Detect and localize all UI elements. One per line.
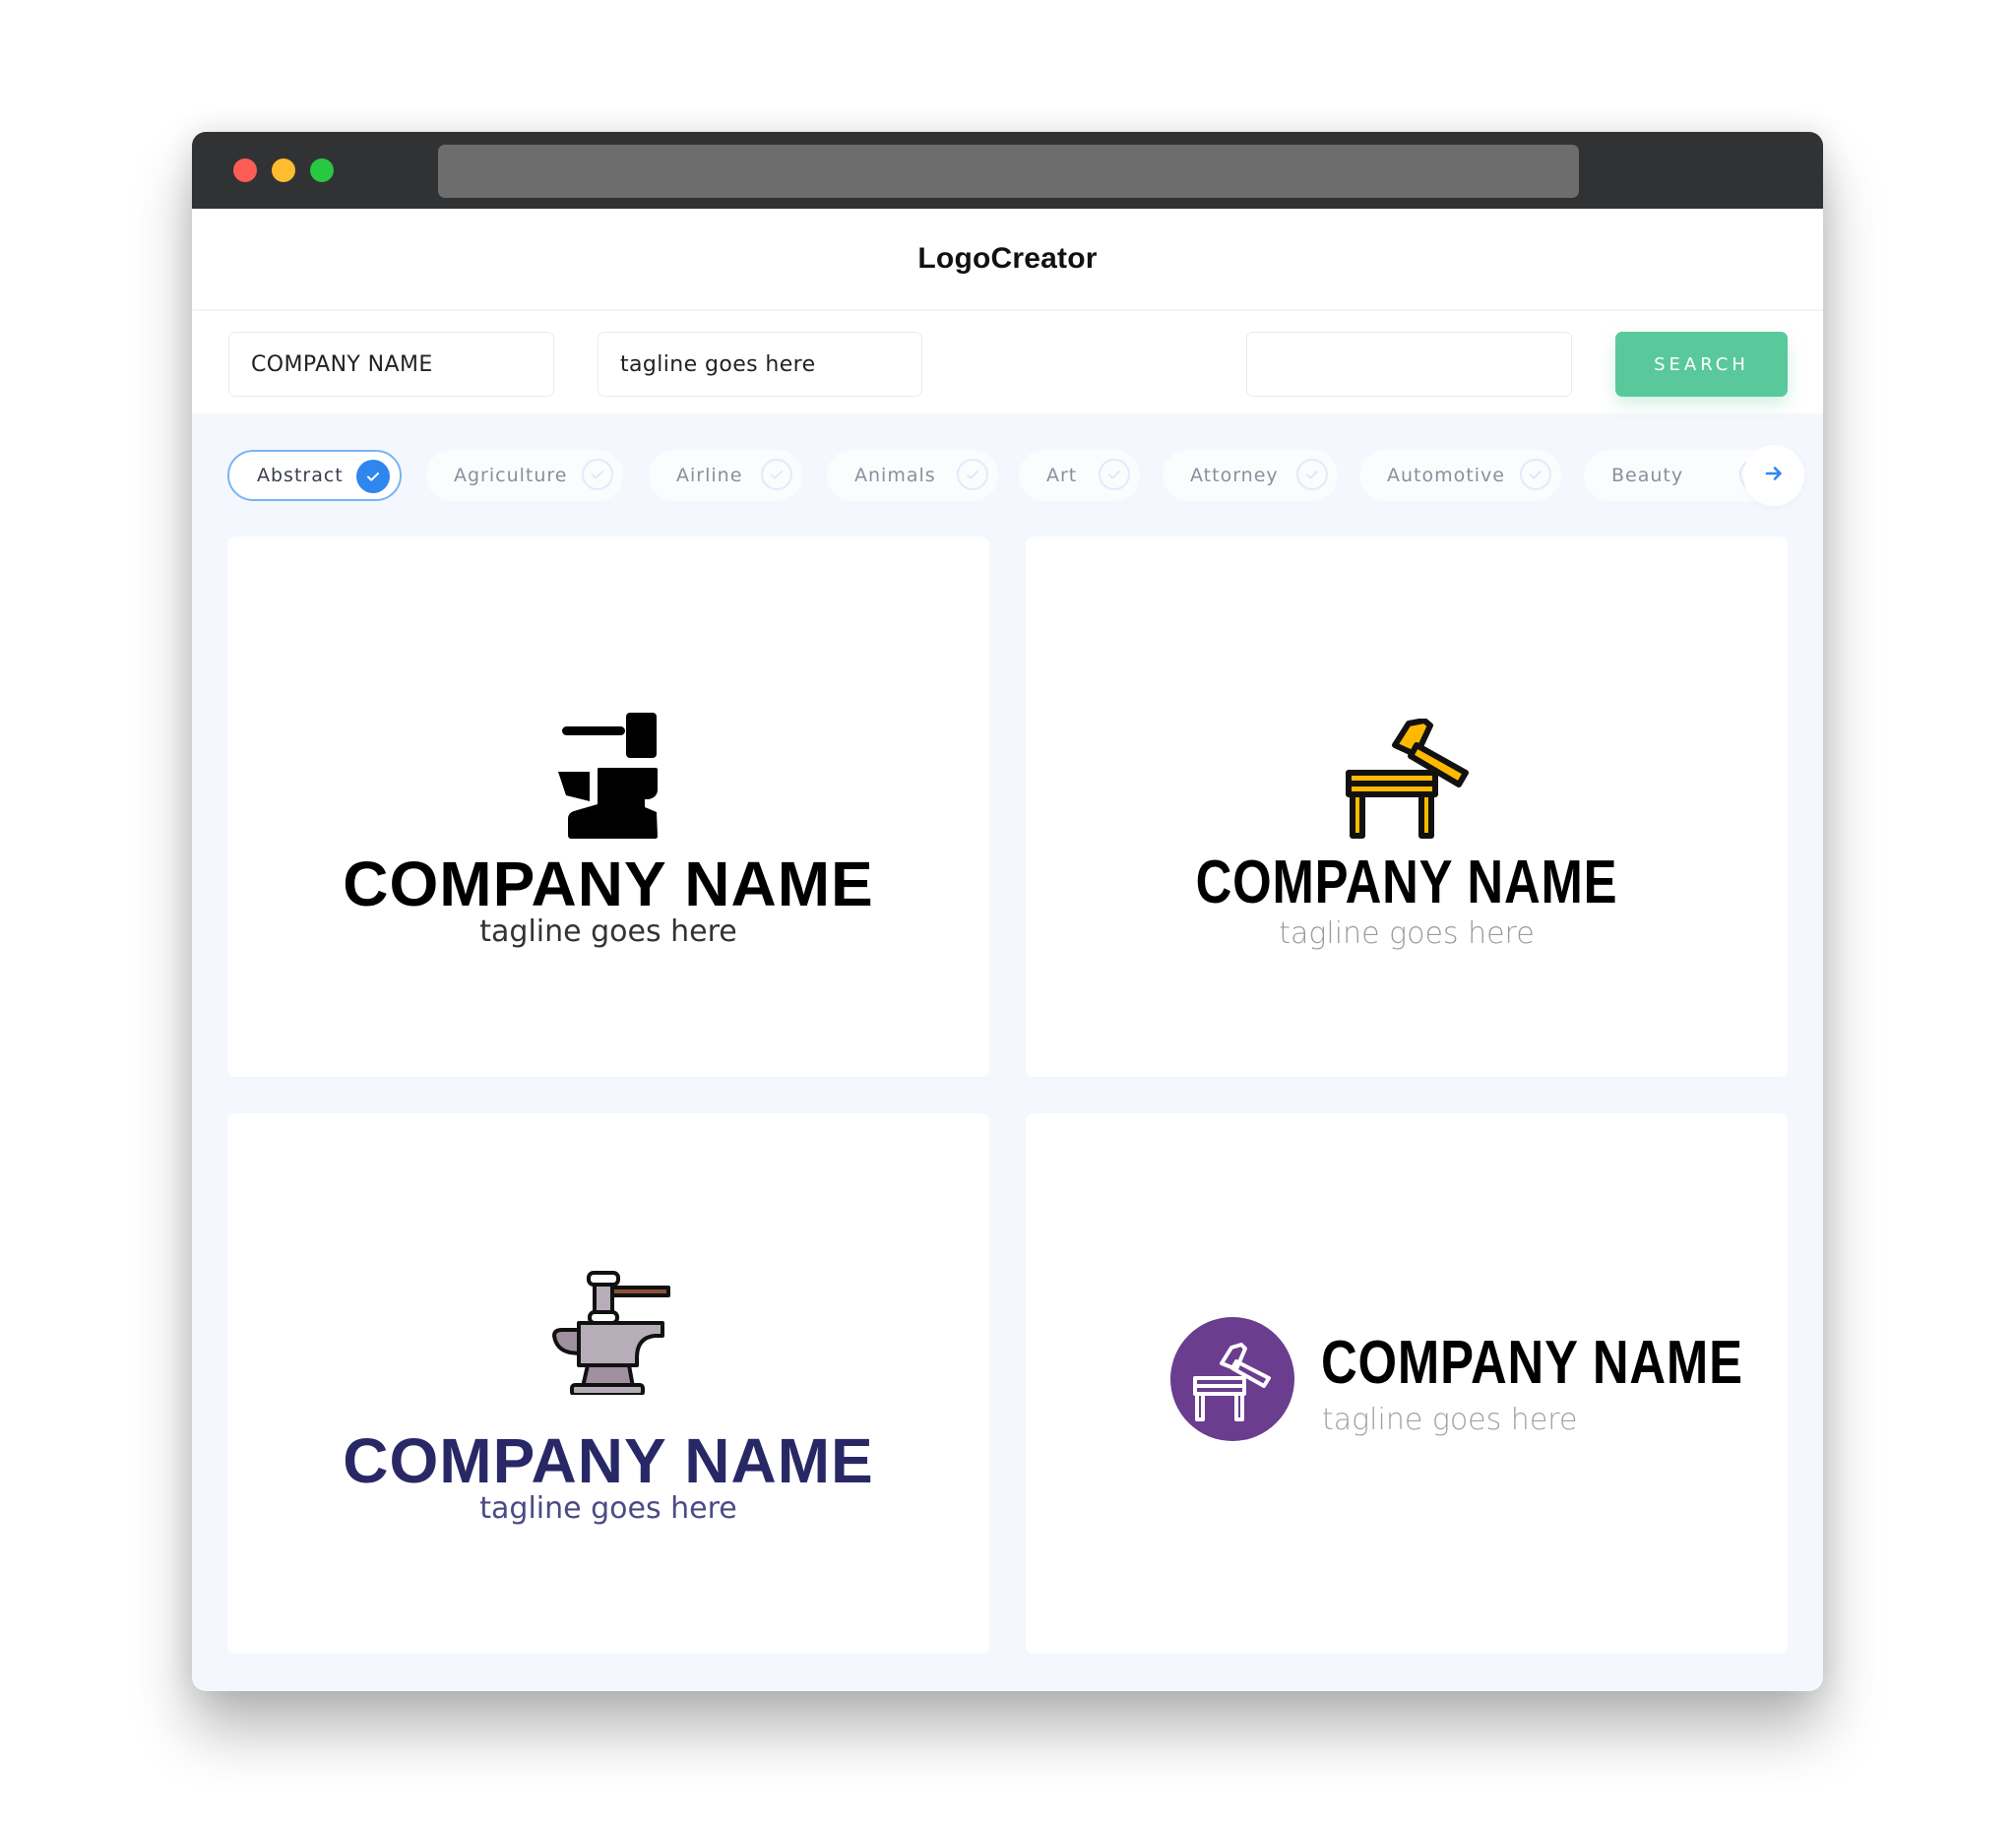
check-icon [1520, 459, 1551, 490]
category-chip-art[interactable]: Art [1019, 450, 1140, 501]
close-window-button[interactable] [233, 158, 257, 182]
company-name-text: COMPANY NAME [1321, 1329, 1743, 1397]
check-icon [356, 460, 390, 493]
workbench-hammer-circle-icon [1170, 1317, 1294, 1441]
tagline-text: tagline goes here [1322, 1403, 1578, 1437]
category-label: Abstract [257, 465, 344, 486]
category-label: Art [1046, 465, 1078, 486]
check-icon [761, 459, 792, 490]
title-bar [192, 132, 1823, 209]
tagline-text: tagline goes here [479, 1491, 737, 1526]
logo-card[interactable]: COMPANY NAME tagline goes here [227, 536, 989, 1077]
arrow-right-icon [1763, 463, 1785, 488]
tagline-text: tagline goes here [479, 914, 737, 949]
company-name-text: COMPANY NAME [343, 1425, 874, 1496]
check-icon [582, 459, 613, 490]
search-button[interactable]: SEARCH [1615, 332, 1788, 397]
search-bar: COMPANY NAME tagline goes here SEARCH [192, 311, 1823, 413]
check-icon [1296, 459, 1328, 490]
next-categories-button[interactable] [1743, 445, 1804, 506]
category-label: Animals [854, 465, 936, 486]
logo-card[interactable]: COMPANY NAME tagline goes here [1026, 1113, 1788, 1654]
keyword-input[interactable] [1246, 332, 1572, 397]
check-icon [957, 459, 988, 490]
brand-logo[interactable]: LogoCreator [917, 242, 1097, 276]
category-chip-attorney[interactable]: Attorney [1163, 450, 1338, 501]
category-chip-airline[interactable]: Airline [649, 450, 802, 501]
category-label: Beauty [1611, 465, 1684, 486]
category-label: Attorney [1190, 465, 1279, 486]
browser-window: LogoCreator COMPANY NAME tagline goes he… [192, 132, 1823, 1691]
anvil-hammer-icon [558, 713, 662, 839]
category-chip-abstract[interactable]: Abstract [227, 450, 402, 501]
company-name-input[interactable]: COMPANY NAME [228, 332, 554, 397]
maximize-window-button[interactable] [310, 158, 334, 182]
workbench-hammer-icon [1346, 718, 1474, 839]
category-filter: Abstract Agriculture Airline Animals Art… [227, 445, 1804, 506]
category-label: Airline [676, 465, 743, 486]
minimize-window-button[interactable] [272, 158, 295, 182]
category-chip-agriculture[interactable]: Agriculture [426, 450, 623, 501]
check-icon [1099, 459, 1130, 490]
anvil-press-icon [552, 1269, 670, 1397]
logo-card[interactable]: COMPANY NAME tagline goes here [1026, 536, 1788, 1077]
category-chip-automotive[interactable]: Automotive [1359, 450, 1561, 501]
category-chip-animals[interactable]: Animals [827, 450, 998, 501]
category-label: Automotive [1387, 465, 1505, 486]
company-name-text: COMPANY NAME [343, 849, 874, 919]
tagline-text: tagline goes here [1279, 916, 1535, 951]
address-bar[interactable] [438, 145, 1579, 198]
company-name-text: COMPANY NAME [1195, 849, 1618, 916]
tagline-input[interactable]: tagline goes here [598, 332, 922, 397]
category-label: Agriculture [454, 465, 568, 486]
logo-card[interactable]: COMPANY NAME tagline goes here [227, 1113, 989, 1654]
app-header: LogoCreator [192, 209, 1823, 309]
